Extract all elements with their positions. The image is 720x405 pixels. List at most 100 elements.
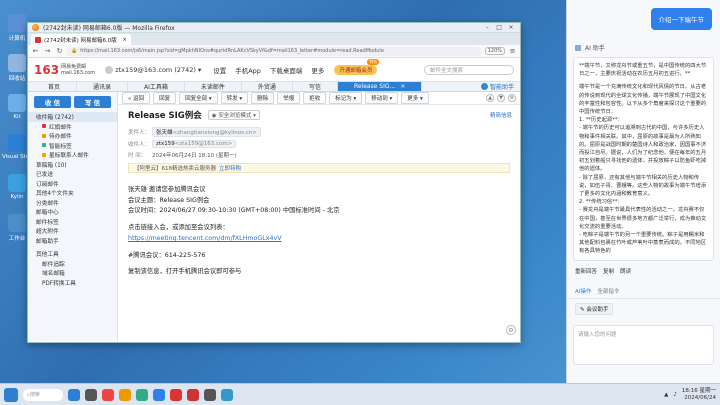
mail-logo[interactable]: 163 网易免费邮 mail.163.com [34,63,95,77]
tool-item[interactable]: PDF转换工具 [28,278,117,288]
vip-label: 开通邮箱会员 [339,67,373,74]
back-button[interactable]: « 返回 [122,92,151,104]
menu-icon[interactable]: ≡ [508,47,517,55]
toolbar-button[interactable]: 举报 [277,92,301,104]
meeting-link[interactable]: https://meeting.tencent.com/dm/fXLHmoGLx… [128,234,510,245]
receive-button[interactable]: 收 信 [34,96,71,108]
toolbar-button[interactable]: 拒收 [303,92,327,104]
taskbar-app-icon[interactable] [68,388,80,401]
sidebar-item[interactable]: 草稿箱 (10) [28,160,117,170]
sidebar-item[interactable]: 邮箱助手 [28,236,117,246]
meeting-assistant-chip[interactable]: ✎ 会议助手 [575,303,614,315]
smart-helper-button[interactable]: 智能助手 [475,82,520,91]
header-link[interactable]: 下载桌面端 [270,65,303,75]
sidebar-item[interactable]: 收件箱 (2742) [28,112,117,122]
maximize-button[interactable]: □ [494,24,504,31]
sidebar-item[interactable]: 待办邮件 [28,131,117,141]
account-menu[interactable]: ztx159@163.com (2742) ▾ [105,65,201,74]
mail-search-input[interactable]: 邮件全文搜索 [424,64,514,75]
sidebar-item-label: 邮箱中心 [36,210,59,217]
logo-brand: 网易免费邮 mail.163.com [61,64,95,76]
sidebar-item[interactable]: 智能标签 [28,141,117,151]
mail-tab[interactable]: AI工具箱 [128,82,185,91]
toolbar-button[interactable]: 回复 [153,92,177,104]
toolbar-button[interactable]: 更多 ▾ [401,92,429,104]
forward-icon[interactable]: → [43,47,52,55]
network-icon[interactable]: ▲ [664,392,668,398]
toolbar-button[interactable]: 移动到 ▾ [365,92,399,104]
mail-tab[interactable]: 写信 [293,82,338,91]
compose-button[interactable]: 写 信 [74,96,111,108]
close-icon[interactable]: × [400,83,405,90]
back-icon[interactable]: ← [31,47,40,55]
clock[interactable]: 18:16 星期一 2024/06/24 [682,388,716,401]
header-link[interactable]: 设置 [213,65,226,75]
sidebar-item[interactable]: 星标联系人邮件 [28,150,117,160]
tool-item[interactable]: 邮件追踪 [28,259,117,269]
answer-action-button[interactable]: 朗读 [620,267,631,275]
taskbar-app-icon[interactable] [85,388,97,401]
taskbar-app-icon[interactable] [102,388,114,401]
recipient-chip[interactable]: ztx159<ztx159@163.com> [152,140,237,148]
toolbar-button[interactable]: 回复全部 ▾ [179,92,218,104]
url-bar-row: ← → ↻ 🔒 https://mail.163.com/js6/main.js… [28,45,520,58]
ad-link[interactable]: 立即特购 [219,164,241,172]
tab-release-sig[interactable]: Release SIG... × [337,82,423,91]
browser-tab[interactable]: (2742封未读) 网易邮箱6.0版 × [31,34,131,45]
answer-paragraph: - 端午节的历史可以追溯到古代的中国，与许多历史人物和事件相关联。其中，屈原的故… [579,125,707,173]
sidebar-item-label: 待办邮件 [49,134,72,141]
summary-toggle[interactable]: 精简信息 [490,111,512,119]
tab-close-icon[interactable]: × [122,37,127,43]
volume-icon[interactable]: ♪ [673,392,677,398]
reload-icon[interactable]: ↻ [55,47,64,55]
address-bar[interactable]: 🔒 https://mail.163.com/js6/main.jsp?sid=… [67,46,482,56]
settings-icon[interactable]: ⚙ [508,94,516,102]
mail-toolbar: « 返回 回复 回复全部 ▾ 转发 ▾ 删除 举报 拒收 标记为 ▾ 移动到 ▾ 更多 ▾ ▲ … [118,92,520,105]
header-link[interactable]: 手机App [235,65,261,75]
next-mail-icon[interactable]: ▼ [497,94,505,102]
sidebar-item[interactable]: 已发送 [28,169,117,179]
sidebar-item[interactable]: 红旗邮件 [28,122,117,132]
reader-settings-icon[interactable]: ⚙ [506,325,516,335]
sidebar-item-label: 邮件标签 [36,219,59,226]
body-time: 会议时间：2024/06/27 09:30-10:30 (GMT+08:00) … [128,207,340,215]
folder-icon [42,133,46,138]
sidebar-item[interactable]: 超大附件 [28,226,117,236]
toolbar-button[interactable]: 删除 [251,92,275,104]
header-link[interactable]: 更多 [311,65,324,75]
tool-item[interactable]: 域名邮箱 [28,268,117,278]
tab-ai-operations[interactable]: AI操作 [575,287,591,295]
sidebar-item[interactable]: 订阅邮件 [28,179,117,189]
mail-tab[interactable]: 首页 [32,82,78,91]
taskbar-app-icon[interactable] [204,388,216,401]
answer-action-button[interactable]: 复制 [603,267,614,275]
sidebar-item[interactable]: 其他4个文件夹 [28,188,117,198]
taskbar-app-icon[interactable] [221,388,233,401]
sidebar-item[interactable]: 邮件标签 [28,217,117,227]
ad-text: 【阿里云】618精选热卖云服务器 [134,166,216,172]
zoom-level[interactable]: 120% [484,47,505,55]
taskbar-search[interactable]: ⌕ 搜索 [23,388,63,401]
answer-action-button[interactable]: 重新回答 [575,267,597,275]
sender-chip[interactable]: 张天雄<zhangtianxiong@kylinos.cn> [152,127,261,137]
prev-mail-icon[interactable]: ▲ [486,94,494,102]
mail-tab[interactable]: 通讯录 [77,82,129,91]
taskbar-app-icon[interactable] [119,388,131,401]
tab-all-commands[interactable]: 全部指令 [597,287,619,295]
vip-button[interactable]: 开通邮箱会员 特价 [334,58,380,75]
toolbar-button[interactable]: 标记为 ▾ [329,92,363,104]
taskbar-app-icon[interactable] [170,388,182,401]
taskbar-app-icon[interactable] [136,388,148,401]
taskbar-app-icon[interactable] [153,388,165,401]
sidebar-item[interactable]: 分类邮件 [28,198,117,208]
taskbar-app-icon[interactable] [187,388,199,401]
mail-tab[interactable]: 外贸通 [242,82,293,91]
start-menu-icon[interactable] [4,387,18,402]
ai-question-input[interactable]: 请输入您的问题 [573,325,714,365]
mail-tab[interactable]: 未读邮件 [185,82,242,91]
toolbar-button[interactable]: 转发 ▾ [220,92,249,104]
safe-mode-button[interactable]: ◉ 安全浏览模式 ▾ [207,110,260,120]
close-button[interactable]: × [506,24,516,31]
sidebar-item[interactable]: 邮箱中心 [28,207,117,217]
minimize-button[interactable]: – [482,24,492,31]
